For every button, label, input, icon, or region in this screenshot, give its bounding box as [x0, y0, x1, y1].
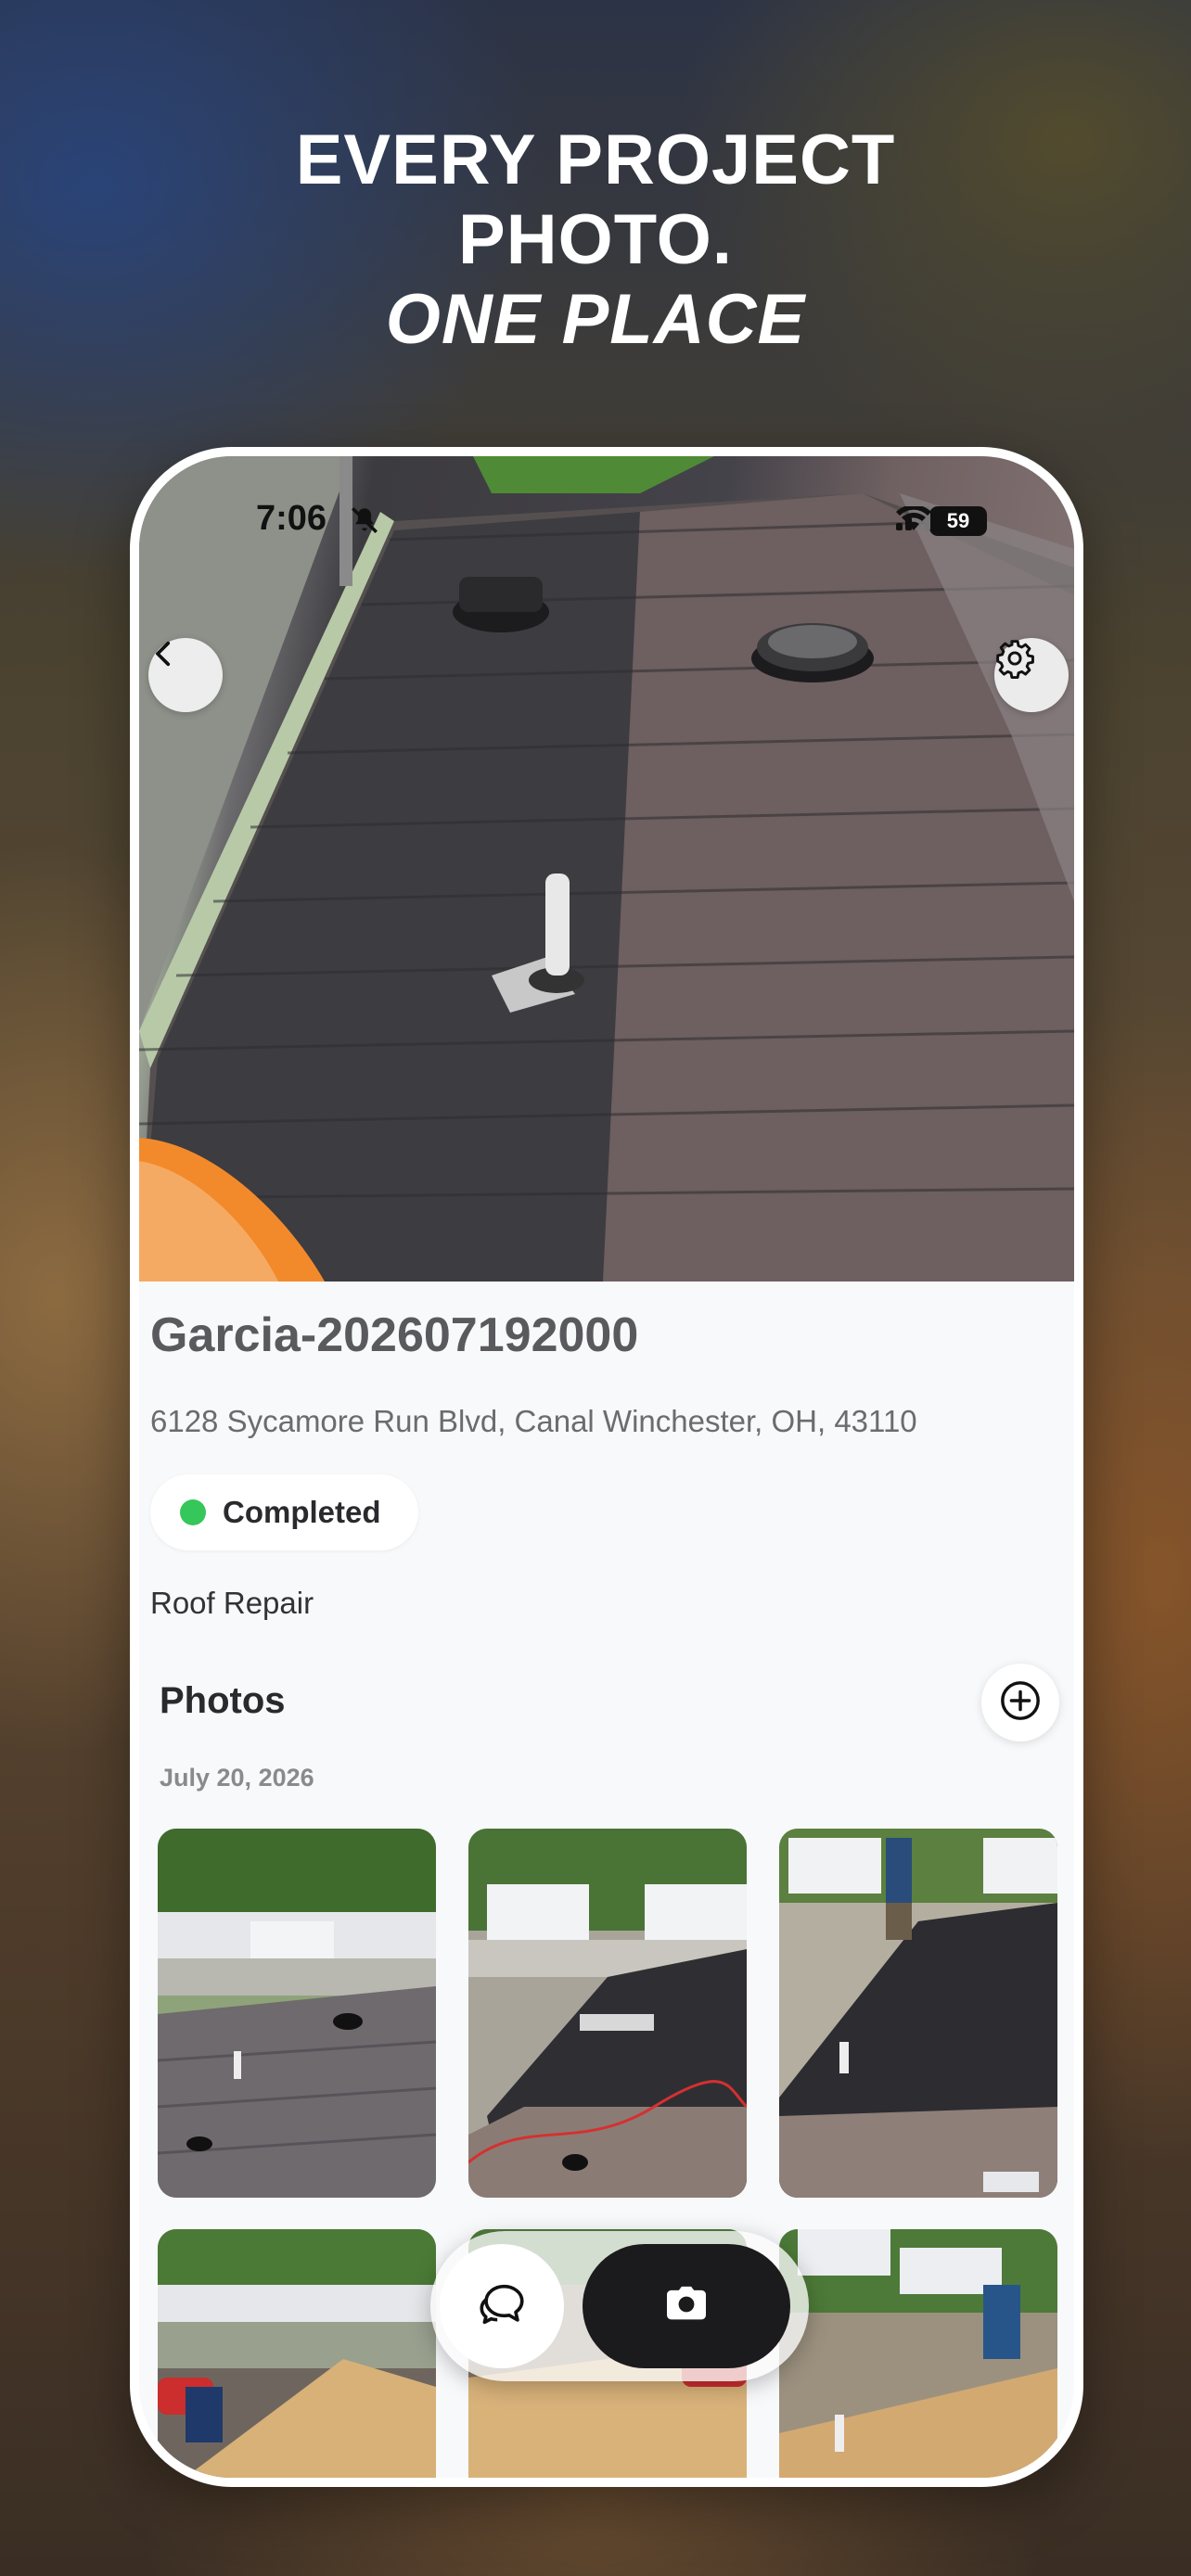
photo-thumbnail[interactable]: [158, 1829, 436, 2198]
photo-group-date: July 20, 2026: [160, 1764, 314, 1792]
status-label: Completed: [223, 1495, 381, 1529]
roof-photo-drawing: [139, 456, 1074, 1282]
status-badge[interactable]: Completed: [150, 1474, 418, 1550]
headline-line-1: EVERY PROJECT: [295, 121, 896, 199]
battery-indicator: 59: [929, 506, 987, 536]
bottom-action-bar: [430, 2231, 809, 2381]
plus-circle-icon: [999, 1679, 1042, 1727]
headline-line-2: PHOTO.: [458, 200, 733, 279]
photo-thumbnail[interactable]: [468, 1829, 747, 2198]
camera-icon: [660, 2278, 712, 2335]
camera-button[interactable]: [583, 2244, 790, 2368]
photos-section-title: Photos: [160, 1680, 286, 1721]
photo-thumbnail[interactable]: [779, 2229, 1057, 2478]
project-cover-photo[interactable]: 7:06 59: [139, 456, 1074, 1282]
project-category: Roof Repair: [150, 1586, 314, 1620]
marketing-headline: EVERY PROJECT PHOTO. ONE PLACE: [0, 121, 1191, 360]
chat-bubbles-icon: [475, 2277, 529, 2336]
status-bar: 7:06 59: [139, 499, 1074, 551]
headline-line-3: ONE PLACE: [385, 280, 806, 359]
add-photo-button[interactable]: [981, 1664, 1059, 1741]
project-address[interactable]: 6128 Sycamore Run Blvd, Canal Winchester…: [150, 1404, 917, 1439]
phone-frame: 7:06 59 Garcia-202607192000 6128 Sycamor…: [130, 447, 1083, 2487]
status-time: 7:06: [256, 499, 327, 538]
status-icons: 59: [896, 506, 987, 536]
project-title: Garcia-202607192000: [150, 1308, 639, 1362]
chat-button[interactable]: [440, 2244, 564, 2368]
status-dot: [180, 1499, 206, 1525]
photo-thumbnail[interactable]: [779, 1829, 1057, 2198]
settings-button[interactable]: [994, 638, 1069, 712]
back-button[interactable]: [148, 638, 223, 712]
photo-thumbnail[interactable]: [158, 2229, 436, 2478]
